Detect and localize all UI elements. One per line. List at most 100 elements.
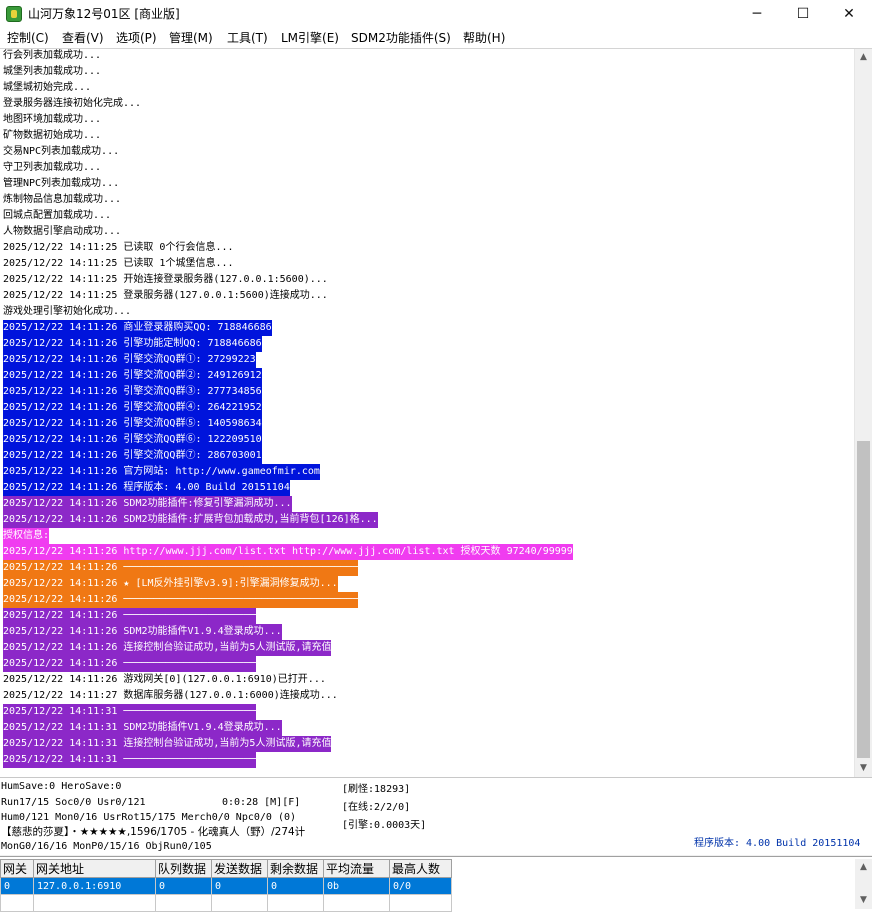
status-refresh: [刷怪:18293] — [342, 784, 411, 795]
log-line-text: 2025/12/22 14:11:26 ────────────────────… — [3, 608, 256, 624]
status-engine: [引擎:0.0003天] — [342, 820, 427, 831]
log-line: 2025/12/22 14:11:26 引擎交流QQ群⑦: 286703001 — [0, 448, 852, 464]
status-version: 程序版本: 4.00 Build 20151104 — [694, 838, 861, 849]
log-line: 行会列表加载成功... — [0, 49, 852, 64]
app-icon — [6, 6, 22, 22]
menu-manage[interactable]: 管理(M) — [169, 30, 213, 46]
maximize-button[interactable]: ☐ — [780, 0, 826, 28]
col-gateway[interactable]: 网关 — [0, 859, 34, 878]
log-line: 2025/12/22 14:11:26 ────────────────────… — [0, 608, 852, 624]
cell-gateway-addr: 127.0.0.1:6910 — [33, 877, 156, 895]
menu-lm-engine[interactable]: LM引擎(E) — [281, 30, 339, 46]
menu-view[interactable]: 查看(V) — [62, 30, 104, 46]
log-line: 2025/12/22 14:11:25 已读取 1个城堡信息... — [0, 256, 852, 272]
cell-queue: 0 — [155, 877, 212, 895]
log-line-text: 授权信息: — [3, 528, 50, 544]
log-line: 管理NPC列表加载成功... — [0, 176, 852, 192]
log-line: 炼制物品信息加载成功... — [0, 192, 852, 208]
menu-control[interactable]: 控制(C) — [7, 30, 49, 46]
log-line: 2025/12/22 14:11:26 引擎交流QQ群⑥: 122209510 — [0, 432, 852, 448]
scroll-up-arrow-icon[interactable]: ▲ — [855, 49, 872, 66]
log-line-text: 城堡列表加载成功... — [3, 66, 102, 77]
status-online: [在线:2/2/0] — [342, 802, 411, 813]
log-line-text: 守卫列表加载成功... — [3, 162, 102, 173]
log-line: 矿物数据初始成功... — [0, 128, 852, 144]
cell-remaining: 0 — [267, 877, 324, 895]
status-player: 【慈悲的莎夏】・★★★★★,1596/1705 - 化魂真人（野）/274计 — [1, 826, 306, 838]
log-line-text: 2025/12/22 14:11:25 已读取 0个行会信息... — [3, 242, 234, 253]
menu-help[interactable]: 帮助(H) — [463, 30, 505, 46]
log-line-text: 2025/12/22 14:11:26 http://www.jjj.com/l… — [3, 544, 573, 560]
log-lines: 行会列表加载成功... 城堡列表加载成功... 城堡城初始完成... 登录服务器连接初… — [0, 49, 852, 768]
empty-cell — [0, 894, 34, 912]
log-line-text: 2025/12/22 14:11:26 引擎交流QQ群②: 249126912 — [3, 368, 262, 384]
scroll-thumb[interactable] — [857, 441, 870, 758]
grid-scrollbar[interactable]: ▲ ▼ — [855, 859, 872, 909]
log-line: 2025/12/22 14:11:26 引擎交流QQ群②: 249126912 — [0, 368, 852, 384]
log-line: 2025/12/22 14:11:26 引擎交流QQ群⑤: 140598634 — [0, 416, 852, 432]
log-line-text: 2025/12/22 14:11:31 ────────────────────… — [3, 704, 256, 720]
log-line-text: 2025/12/22 14:11:26 游戏网关[0](127.0.0.1:69… — [3, 674, 326, 685]
table-row[interactable]: 0 127.0.0.1:6910 0 0 0 0b 0/0 — [0, 877, 452, 895]
log-line-text: 2025/12/22 14:11:27 数据库服务器(127.0.0.1:600… — [3, 690, 338, 701]
empty-cell — [33, 894, 156, 912]
log-line: 授权信息: — [0, 528, 852, 544]
log-line-text: 人物数据引擎启动成功... — [3, 226, 122, 237]
col-sent[interactable]: 发送数据 — [211, 859, 268, 878]
col-avg-traffic[interactable]: 平均流量 — [323, 859, 390, 878]
empty-cell — [323, 894, 390, 912]
log-line: 2025/12/22 14:11:25 开始连接登录服务器(127.0.0.1:… — [0, 272, 852, 288]
menu-tools[interactable]: 工具(T) — [227, 30, 268, 46]
grid-scroll-up-icon[interactable]: ▲ — [855, 859, 872, 876]
log-line-text: 2025/12/22 14:11:26 引擎功能定制QQ: 718846686 — [3, 336, 262, 352]
log-line: 2025/12/22 14:11:25 登录服务器(127.0.0.1:5600… — [0, 288, 852, 304]
grid-scroll-down-icon[interactable]: ▼ — [855, 892, 872, 909]
log-line: 2025/12/22 14:11:26 引擎交流QQ群①: 27299223 — [0, 352, 852, 368]
log-line: 2025/12/22 14:11:26 引擎功能定制QQ: 718846686 — [0, 336, 852, 352]
log-line-text: 行会列表加载成功... — [3, 50, 102, 61]
log-line: 2025/12/22 14:11:26 商业登录器购买QQ: 718846686 — [0, 320, 852, 336]
menu-sdm2-plugin[interactable]: SDM2功能插件(S) — [351, 30, 451, 46]
log-line-text: 2025/12/22 14:11:26 连接控制台验证成功,当前为5人测试版,请… — [3, 640, 332, 656]
menu-options[interactable]: 选项(P) — [116, 30, 157, 46]
col-gateway-addr[interactable]: 网关地址 — [33, 859, 156, 878]
log-line: 2025/12/22 14:11:27 数据库服务器(127.0.0.1:600… — [0, 688, 852, 704]
log-line-text: 2025/12/22 14:11:26 引擎交流QQ群①: 27299223 — [3, 352, 256, 368]
scroll-down-arrow-icon[interactable]: ▼ — [855, 760, 872, 777]
log-scrollbar[interactable]: ▲ ▼ — [854, 49, 872, 777]
log-line: 2025/12/22 14:11:26 游戏网关[0](127.0.0.1:69… — [0, 672, 852, 688]
log-line: 2025/12/22 14:11:26 程序版本: 4.00 Build 201… — [0, 480, 852, 496]
log-line: 城堡列表加载成功... — [0, 64, 852, 80]
log-line: 交易NPC列表加载成功... — [0, 144, 852, 160]
col-remaining[interactable]: 剩余数据 — [267, 859, 324, 878]
log-line: 守卫列表加载成功... — [0, 160, 852, 176]
cell-gateway: 0 — [0, 877, 34, 895]
minimize-button[interactable]: ─ — [734, 0, 780, 28]
col-queue[interactable]: 队列数据 — [155, 859, 212, 878]
log-line: 2025/12/22 14:11:31 ────────────────────… — [0, 752, 852, 768]
log-line: 2025/12/22 14:11:26 ────────────────────… — [0, 656, 852, 672]
cell-max-players: 0/0 — [389, 877, 452, 895]
status-mon: MonG0/16/16 MonP0/15/16 ObjRun0/105 — [1, 841, 212, 852]
log-line-text: 2025/12/22 14:11:26 引擎交流QQ群④: 264221952 — [3, 400, 262, 416]
log-line-text: 2025/12/22 14:11:31 连接控制台验证成功,当前为5人测试版,请… — [3, 736, 332, 752]
log-line-text: 2025/12/22 14:11:26 程序版本: 4.00 Build 201… — [3, 480, 290, 496]
table-row-empty — [0, 894, 452, 912]
log-line-text: 2025/12/22 14:11:26 引擎交流QQ群③: 277734856 — [3, 384, 262, 400]
close-button[interactable]: ✕ — [826, 0, 872, 28]
log-line-text: 2025/12/22 14:11:26 引擎交流QQ群⑤: 140598634 — [3, 416, 262, 432]
log-pane[interactable]: 行会列表加载成功... 城堡列表加载成功... 城堡城初始完成... 登录服务器连接初… — [0, 48, 872, 778]
log-line: 2025/12/22 14:11:26 引擎交流QQ群④: 264221952 — [0, 400, 852, 416]
window-title: 山河万象12号01区 [商业版] — [28, 7, 180, 21]
col-max-players[interactable]: 最高人数 — [389, 859, 452, 878]
gateway-grid-pane: 网关 网关地址 队列数据 发送数据 剩余数据 平均流量 最高人数 0 127.0… — [0, 856, 872, 912]
log-line-text: 2025/12/22 14:11:26 引擎交流QQ群⑦: 286703001 — [3, 448, 262, 464]
log-line: 2025/12/22 14:11:26 连接控制台验证成功,当前为5人测试版,请… — [0, 640, 852, 656]
log-line: 2025/12/22 14:11:25 已读取 0个行会信息... — [0, 240, 852, 256]
table-header-row: 网关 网关地址 队列数据 发送数据 剩余数据 平均流量 最高人数 — [0, 859, 452, 878]
log-line: 2025/12/22 14:11:31 连接控制台验证成功,当前为5人测试版,请… — [0, 736, 852, 752]
log-line-text: 城堡城初始完成... — [3, 82, 92, 93]
log-line: 2025/12/22 14:11:26 引擎交流QQ群③: 277734856 — [0, 384, 852, 400]
log-line: 2025/12/22 14:11:26 SDM2功能插件V1.9.4登录成功..… — [0, 624, 852, 640]
log-line-text: 2025/12/22 14:11:26 ────────────────────… — [3, 560, 359, 576]
